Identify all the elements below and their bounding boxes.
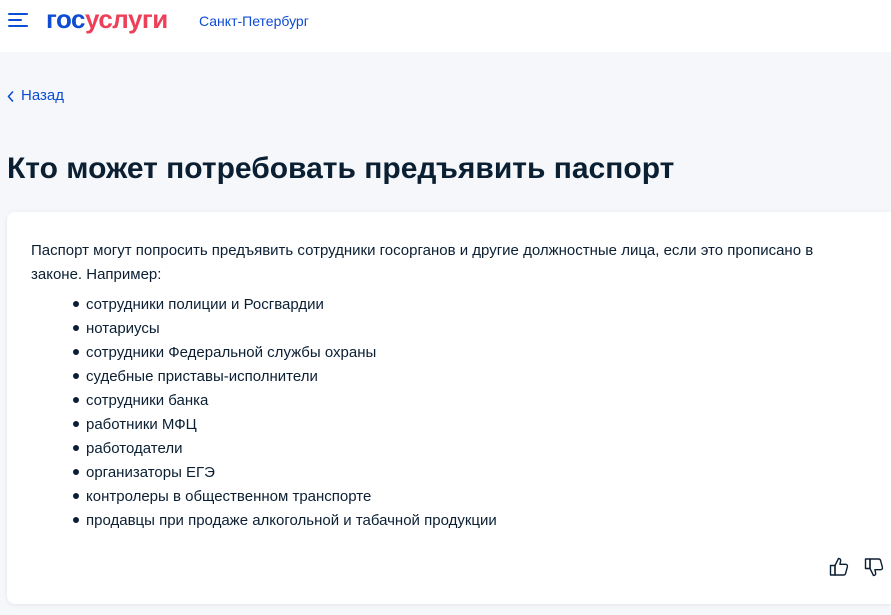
back-link-label: Назад [21, 87, 64, 104]
list-item: судебные приставы-исполнители [73, 365, 497, 389]
list-item-text: сотрудники полиции и Росгвардии [86, 296, 324, 313]
back-link[interactable]: Назад [7, 87, 64, 105]
bullet-icon [73, 397, 79, 403]
list-item-text: нотариусы [86, 320, 160, 337]
list-item-text: работники МФЦ [86, 416, 197, 433]
list-item-text: судебные приставы-исполнители [86, 368, 318, 385]
intro-text: Паспорт могут попросить предъявить сотру… [31, 242, 814, 283]
bullet-icon [73, 301, 79, 307]
list-item-text: организаторы ЕГЭ [86, 464, 215, 481]
logo-part-uslugi: услуги [85, 4, 168, 34]
chevron-left-icon [7, 90, 14, 102]
list-item: работодатели [73, 437, 497, 461]
bullet-icon [73, 493, 79, 499]
bullet-icon [73, 469, 79, 475]
menu-icon[interactable] [8, 10, 30, 30]
list-item: сотрудники полиции и Росгвардии [73, 293, 497, 317]
bullet-icon [73, 421, 79, 427]
list-item: сотрудники банка [73, 389, 497, 413]
list-item: работники МФЦ [73, 413, 497, 437]
list-item: организаторы ЕГЭ [73, 461, 497, 485]
list-item: нотариусы [73, 317, 497, 341]
list-item-text: сотрудники банка [86, 392, 209, 409]
list-item-text: сотрудники Федеральной службы охраны [86, 344, 377, 361]
bullet-icon [73, 517, 79, 523]
gosuslugi-logo[interactable]: госуслуги [46, 4, 168, 34]
thumbs-up-icon[interactable] [828, 556, 850, 578]
list-item-text: работодатели [86, 440, 183, 457]
bullet-icon [73, 325, 79, 331]
bullet-icon [73, 445, 79, 451]
content-card: Паспорт могут попросить предъявить сотру… [7, 212, 891, 604]
list-item: сотрудники Федеральной службы охраны [73, 341, 497, 365]
thumbs-down-icon[interactable] [863, 556, 885, 578]
logo-part-gos: гос [46, 4, 86, 34]
authorized-persons-list: сотрудники полиции и Росгвардии нотариус… [73, 293, 497, 533]
list-item-text: продавцы при продаже алкогольной и табач… [86, 512, 497, 529]
menu-icon-line [8, 19, 22, 21]
page-title: Кто может потребовать предъявить паспорт [7, 152, 675, 185]
header: госуслуги Санкт-Петербург [0, 0, 891, 52]
region-selector[interactable]: Санкт-Петербург [199, 12, 309, 30]
bullet-icon [73, 349, 79, 355]
list-item: продавцы при продаже алкогольной и табач… [73, 509, 497, 533]
menu-icon-line [8, 25, 28, 27]
menu-icon-line [8, 13, 28, 15]
list-item: контролеры в общественном транспорте [73, 485, 497, 509]
bullet-icon [73, 373, 79, 379]
list-item-text: контролеры в общественном транспорте [86, 488, 372, 505]
